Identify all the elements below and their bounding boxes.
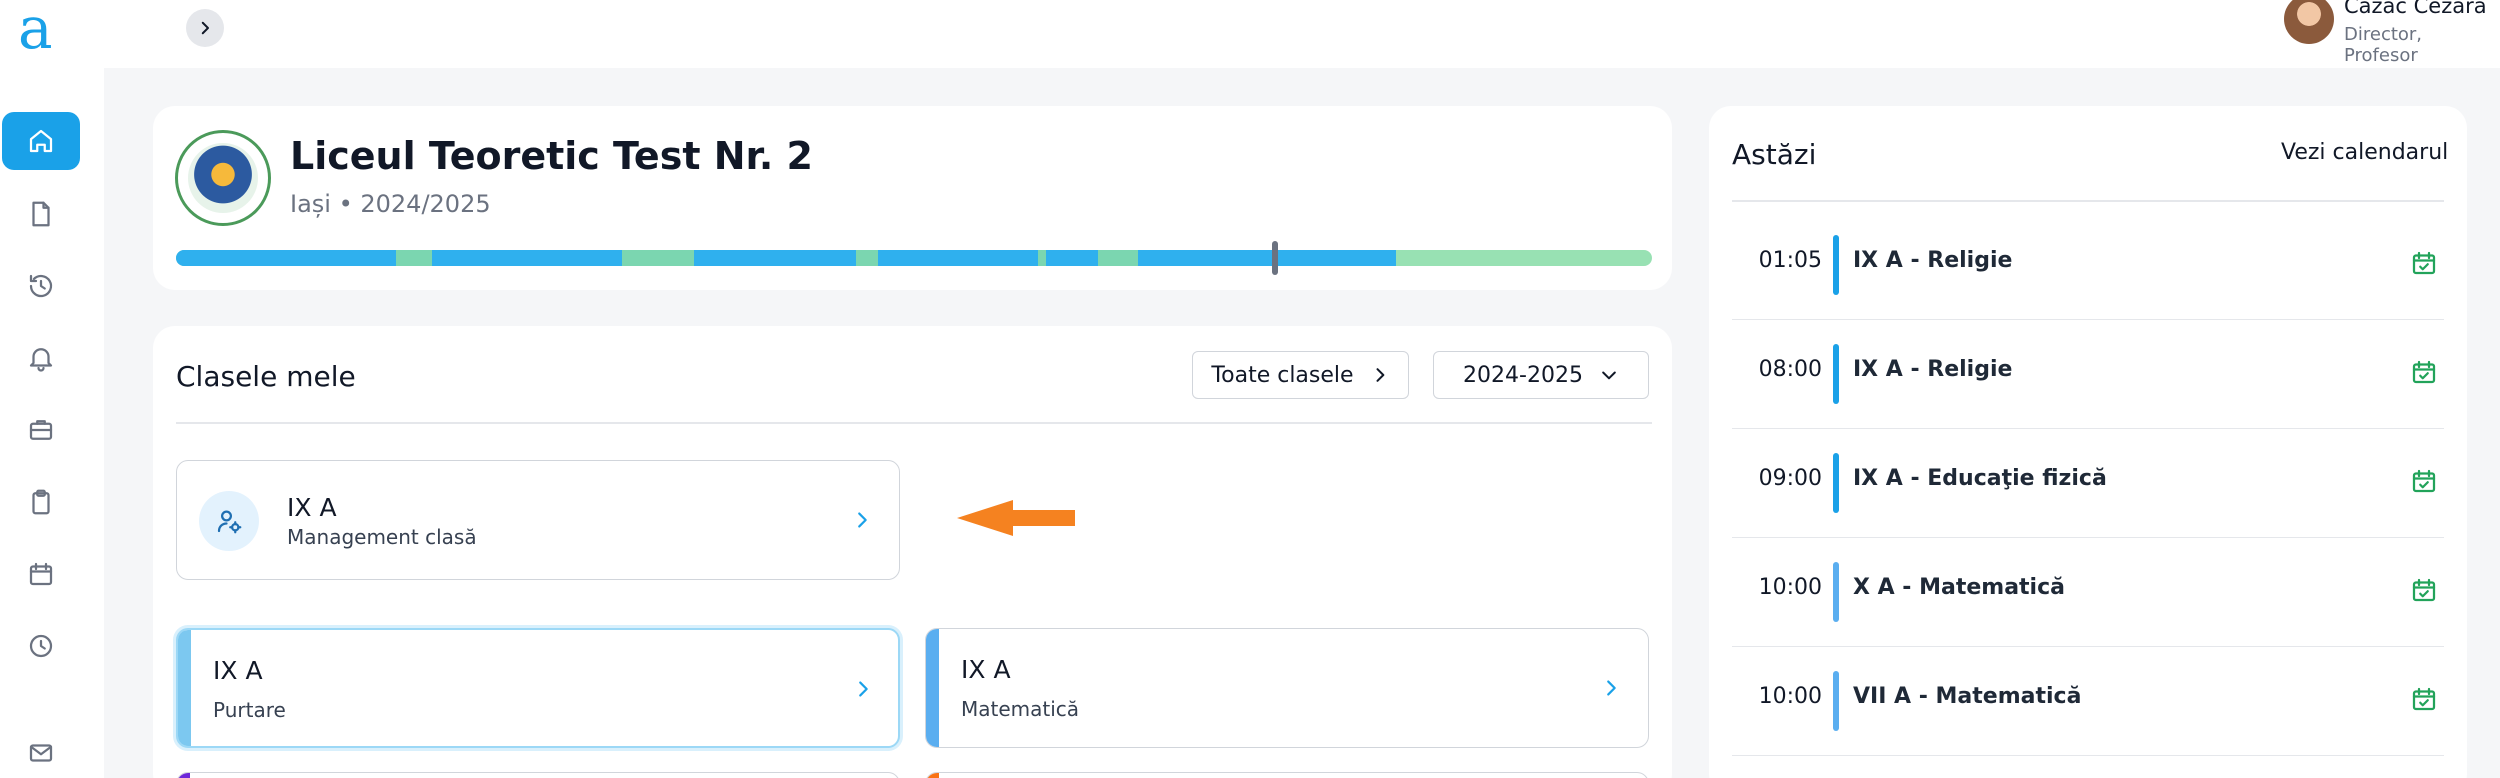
divider [176,422,1652,424]
school-logo [175,130,271,226]
divider [1732,200,2444,202]
event-item[interactable]: 10:00 VII A - Matematică [1732,646,2444,756]
history-icon [29,274,53,298]
management-class-name: IX A [287,493,337,522]
user-role: Director, Profesor [2344,24,2423,66]
app-logo[interactable]: a [18,0,53,57]
event-item[interactable]: 09:00 IX A - Educaţie fizică [1732,428,2444,538]
chevron-right-icon [1376,368,1384,382]
calendar-check-icon[interactable] [2409,466,2439,496]
sidebar: a [0,0,104,778]
event-time: 08:00 [1758,357,1822,382]
event-item[interactable]: 08:00 IX A - Religie [1732,319,2444,429]
management-label: Management clasă [287,525,477,549]
year-select[interactable]: 2024-2025 [1433,351,1649,399]
class-card-partial[interactable] [925,772,1649,778]
class-card-matematica[interactable]: IX A Matematică [925,628,1649,748]
nav-messages[interactable] [2,724,80,778]
chevron-down-icon [1602,371,1616,380]
all-classes-button[interactable]: Toate clasele [1192,351,1409,399]
user-settings-icon [199,491,259,551]
clock-icon [29,634,53,658]
event-item[interactable]: 01:05 IX A - Religie [1732,210,2444,320]
nav-history[interactable] [2,257,80,315]
event-time: 10:00 [1758,684,1822,709]
nav-documents[interactable] [2,185,80,243]
event-title: IX A - Religie [1853,357,2013,382]
user-name: Cazac Cezara [2344,0,2487,18]
classes-title: Clasele mele [176,360,356,393]
document-icon [32,201,50,227]
today-title: Astăzi [1732,138,1817,171]
classes-card: Clasele mele Toate clasele 2024-2025 IX … [153,326,1672,778]
clipboard-icon [32,489,50,515]
arrow-left-icon [957,500,1075,536]
school-year-progress [176,250,1652,266]
calendar-check-icon[interactable] [2409,248,2439,278]
school-name: Liceul Teoretic Test Nr. 2 [290,134,813,178]
nav-calendar[interactable] [2,545,80,603]
class-name: IX A [961,655,1011,684]
class-subject: Purtare [213,698,286,722]
mail-icon [29,744,53,762]
event-time: 10:00 [1758,575,1822,600]
nav-clipboard[interactable] [2,473,80,531]
calendar-check-icon[interactable] [2409,357,2439,387]
event-title: IX A - Religie [1853,248,2013,273]
chevron-right-icon [851,509,873,531]
top-bar: Cazac Cezara Director, Profesor [104,0,2500,68]
calendar-icon [29,562,53,586]
briefcase-icon [29,420,53,440]
nav-home[interactable] [2,112,80,170]
calendar-check-icon[interactable] [2409,575,2439,605]
chevron-right-icon [201,21,209,35]
class-card-partial[interactable] [176,772,900,778]
chevron-right-icon [852,678,874,700]
sidebar-toggle-button[interactable] [186,9,224,47]
event-item[interactable]: 10:00 X A - Matematică [1732,537,2444,647]
today-card: Astăzi Vezi calendarul 01:05 IX A - Reli… [1709,106,2467,778]
school-card: Liceul Teoretic Test Nr. 2 Iași • 2024/2… [153,106,1672,290]
chevron-right-icon [1600,677,1622,699]
class-name: IX A [213,656,263,685]
school-subtitle: Iași • 2024/2025 [290,190,491,218]
bell-icon [29,348,53,372]
event-title: X A - Matematică [1853,575,2065,600]
event-time: 09:00 [1758,466,1822,491]
class-subject: Matematică [961,697,1080,721]
nav-notifications[interactable] [2,329,80,387]
event-time: 01:05 [1758,248,1822,273]
event-title: VII A - Matematică [1853,684,2082,709]
view-calendar-link[interactable]: Vezi calendarul [2281,140,2448,165]
home-icon [29,129,53,153]
all-classes-label: Toate clasele [1211,362,1354,388]
class-card-purtare[interactable]: IX A Purtare [176,628,900,748]
avatar[interactable] [2284,0,2334,44]
today-marker [1272,241,1278,275]
year-select-value: 2024-2025 [1463,362,1583,388]
calendar-check-icon[interactable] [2409,684,2439,714]
nav-briefcase[interactable] [2,401,80,459]
nav-schedule[interactable] [2,617,80,675]
class-management-card[interactable]: IX A Management clasă [176,460,900,580]
event-title: IX A - Educaţie fizică [1853,466,2107,491]
